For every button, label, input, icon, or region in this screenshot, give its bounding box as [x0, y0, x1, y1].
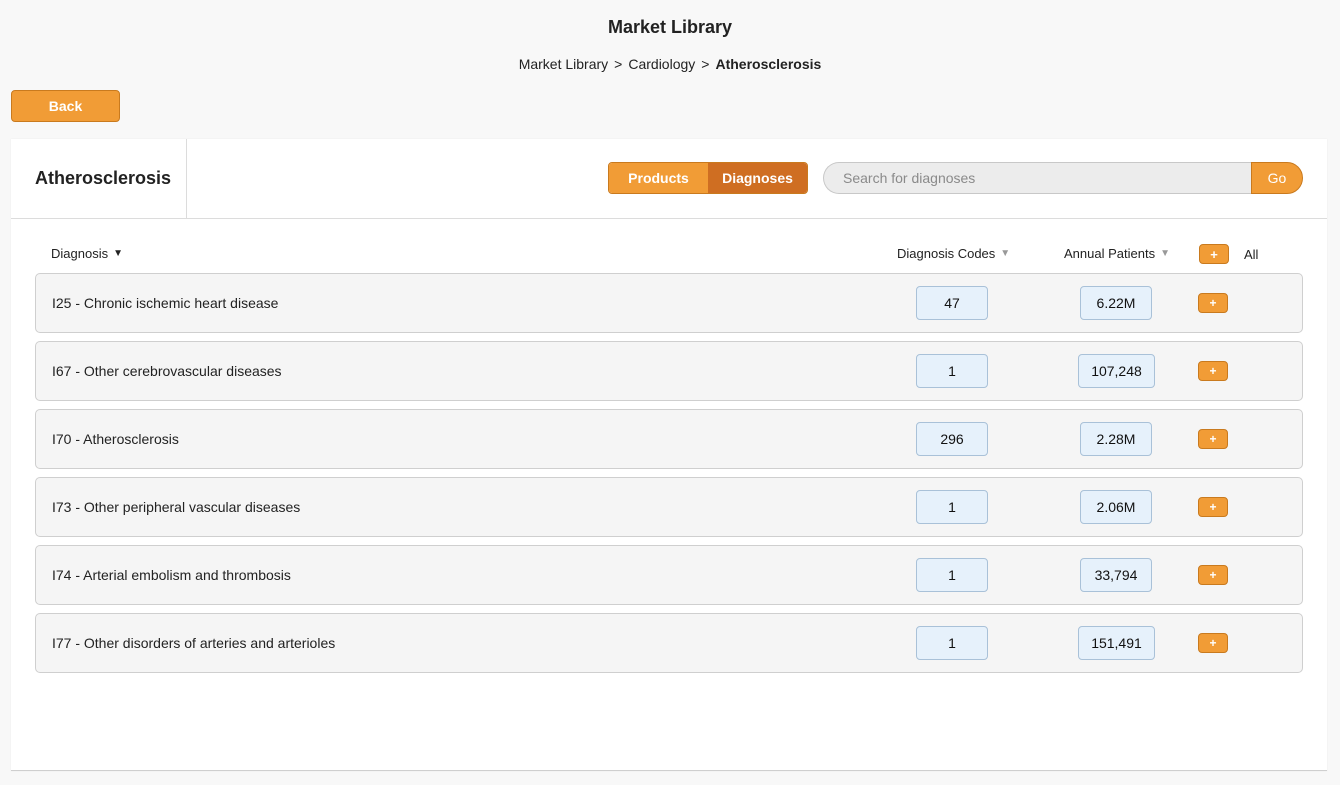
- page-title: Market Library: [607, 17, 733, 37]
- diagnosis-codes-value[interactable]: 1: [916, 354, 988, 388]
- codes-header-label: Diagnosis Codes: [897, 246, 996, 261]
- add-all-button[interactable]: +: [1199, 244, 1229, 264]
- breadcrumb-item-market-library[interactable]: Market Library: [519, 56, 608, 72]
- add-diagnosis-button[interactable]: +: [1198, 565, 1228, 585]
- table-row[interactable]: I77 - Other disorders of arteries and ar…: [35, 613, 1303, 673]
- breadcrumb-item-cardiology[interactable]: Cardiology: [628, 56, 695, 72]
- back-button[interactable]: Back: [11, 90, 120, 122]
- table-row[interactable]: I25 - Chronic ischemic heart disease 47 …: [35, 273, 1303, 333]
- diagnosis-label: I74 - Arterial embolism and thrombosis: [52, 567, 291, 583]
- tab-products[interactable]: Products: [609, 163, 708, 193]
- go-button[interactable]: Go: [1251, 162, 1303, 194]
- panel-title: Atherosclerosis: [35, 168, 172, 188]
- view-toggle: Products Diagnoses: [608, 162, 808, 194]
- tab-diagnoses[interactable]: Diagnoses: [708, 163, 807, 193]
- diagnosis-codes-value[interactable]: 47: [916, 286, 988, 320]
- diagnosis-label: I77 - Other disorders of arteries and ar…: [52, 635, 336, 651]
- diagnosis-label: I25 - Chronic ischemic heart disease: [52, 295, 279, 311]
- add-diagnosis-button[interactable]: +: [1198, 429, 1228, 449]
- diagnosis-column-header[interactable]: Diagnosis ▼: [51, 246, 123, 261]
- sort-icon: ▼: [1000, 248, 1011, 259]
- add-diagnosis-button[interactable]: +: [1198, 633, 1228, 653]
- diagnosis-codes-column-header[interactable]: Diagnosis Codes ▼: [897, 246, 1010, 261]
- add-diagnosis-button[interactable]: +: [1198, 361, 1228, 381]
- breadcrumb: Market Library > Cardiology > Atherosclerosi…: [0, 56, 1340, 72]
- search-input[interactable]: [823, 162, 1251, 194]
- annual-patients-value[interactable]: 107,248: [1078, 354, 1155, 388]
- table-row[interactable]: I70 - Atherosclerosis 296 2.28M +: [35, 409, 1303, 469]
- add-diagnosis-button[interactable]: +: [1198, 497, 1228, 517]
- table-row[interactable]: I73 - Other peripheral vascular diseases…: [35, 477, 1303, 537]
- table-row[interactable]: I67 - Other cerebrovascular diseases 1 1…: [35, 341, 1303, 401]
- sort-desc-icon: ▼: [113, 248, 123, 259]
- annual-patients-value[interactable]: 33,794: [1080, 558, 1152, 592]
- add-all-group: + All: [1199, 244, 1258, 264]
- panel-header: Atherosclerosis Products Diagnoses Go: [11, 139, 1327, 219]
- annual-patients-value[interactable]: 2.28M: [1080, 422, 1152, 456]
- all-label: All: [1244, 246, 1259, 262]
- breadcrumb-separator: >: [614, 56, 623, 72]
- diagnosis-label: I67 - Other cerebrovascular diseases: [52, 363, 282, 379]
- search-bar: Go: [823, 162, 1303, 194]
- diagnosis-codes-value[interactable]: 1: [916, 558, 988, 592]
- table-row[interactable]: I74 - Arterial embolism and thrombosis 1…: [35, 545, 1303, 605]
- diagnosis-codes-value[interactable]: 1: [916, 626, 988, 660]
- title-divider: [186, 139, 187, 218]
- patients-header-label: Annual Patients: [1064, 246, 1156, 261]
- add-diagnosis-button[interactable]: +: [1198, 293, 1228, 313]
- diagnosis-label: I73 - Other peripheral vascular diseases: [52, 499, 301, 515]
- diagnosis-label: I70 - Atherosclerosis: [52, 431, 179, 447]
- annual-patients-value[interactable]: 151,491: [1078, 626, 1155, 660]
- annual-patients-value[interactable]: 2.06M: [1080, 490, 1152, 524]
- diagnosis-header-label: Diagnosis: [51, 246, 109, 261]
- annual-patients-value[interactable]: 6.22M: [1080, 286, 1152, 320]
- breadcrumb-separator: >: [701, 56, 710, 72]
- diagnoses-panel: Atherosclerosis Products Diagnoses Go Di…: [11, 139, 1327, 771]
- sort-icon: ▼: [1160, 248, 1170, 259]
- diagnosis-codes-value[interactable]: 1: [916, 490, 988, 524]
- annual-patients-column-header[interactable]: Annual Patients ▼: [1064, 246, 1170, 261]
- diagnosis-codes-value[interactable]: 296: [916, 422, 988, 456]
- breadcrumb-item-current: Atherosclerosis: [715, 56, 822, 72]
